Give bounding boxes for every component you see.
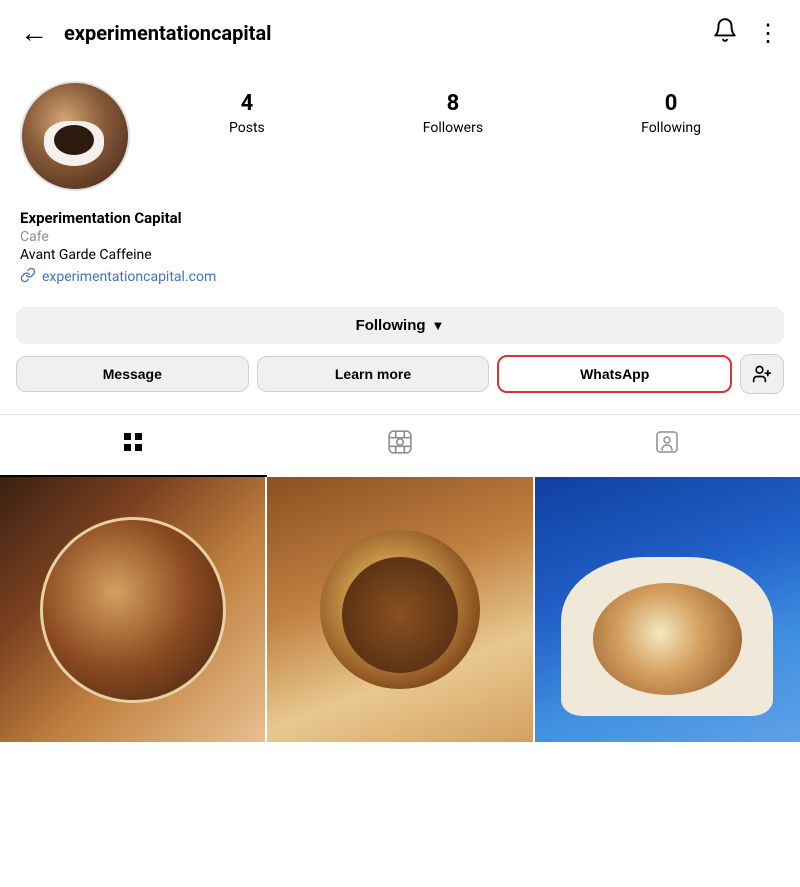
photo-grid (0, 477, 800, 742)
message-button[interactable]: Message (16, 356, 249, 392)
stats-container: 4 Posts 8 Followers 0 Following (150, 81, 780, 136)
followers-count: 8 (447, 91, 460, 116)
whatsapp-button[interactable]: WhatsApp (497, 355, 732, 393)
reels-icon (387, 429, 413, 461)
profile-tagline: Avant Garde Caffeine (20, 247, 780, 263)
notification-icon[interactable] (712, 17, 738, 49)
profile-website[interactable]: experimentationcapital.com (20, 267, 780, 287)
header-left: ← experimentationcapital (20, 16, 271, 49)
header: ← experimentationcapital ⋮ (0, 0, 800, 65)
avatar (20, 81, 130, 191)
profile-category: Cafe (20, 229, 780, 245)
followers-label: Followers (423, 120, 483, 136)
profile-section: 4 Posts 8 Followers 0 Following (0, 65, 800, 199)
profile-name: Experimentation Capital (20, 209, 780, 227)
add-friend-button[interactable] (740, 354, 784, 394)
following-count: 0 (665, 91, 678, 116)
tagged-icon (655, 430, 679, 460)
posts-count: 4 (241, 91, 254, 116)
tab-bar (0, 414, 800, 477)
chevron-down-icon: ▼ (432, 318, 445, 333)
tab-reels[interactable] (267, 415, 534, 477)
more-options-icon[interactable]: ⋮ (756, 19, 780, 47)
posts-label: Posts (229, 120, 265, 136)
avatar-image (22, 83, 128, 189)
grid-item-1[interactable] (0, 477, 265, 742)
tab-tagged[interactable] (533, 415, 800, 477)
header-icons: ⋮ (712, 17, 780, 49)
grid-icon (121, 430, 145, 460)
website-url: experimentationcapital.com (42, 269, 216, 285)
stat-followers[interactable]: 8 Followers (423, 91, 483, 136)
learn-more-button[interactable]: Learn more (257, 356, 490, 392)
link-icon (20, 267, 36, 287)
following-button[interactable]: Following ▼ (16, 307, 784, 344)
bottom-buttons-row: Message Learn more WhatsApp (16, 354, 784, 394)
profile-username: experimentationcapital (64, 21, 271, 45)
bio-section: Experimentation Capital Cafe Avant Garde… (0, 199, 800, 299)
following-button-label: Following (356, 317, 426, 334)
tab-grid[interactable] (0, 415, 267, 477)
grid-item-2[interactable] (267, 477, 532, 742)
grid-item-3[interactable] (535, 477, 800, 742)
stat-following[interactable]: 0 Following (641, 91, 701, 136)
action-buttons: Following ▼ Message Learn more WhatsApp (0, 299, 800, 406)
stat-posts[interactable]: 4 Posts (229, 91, 265, 136)
back-button[interactable]: ← (20, 16, 48, 49)
following-label: Following (641, 120, 701, 136)
avatar-container (20, 81, 130, 191)
